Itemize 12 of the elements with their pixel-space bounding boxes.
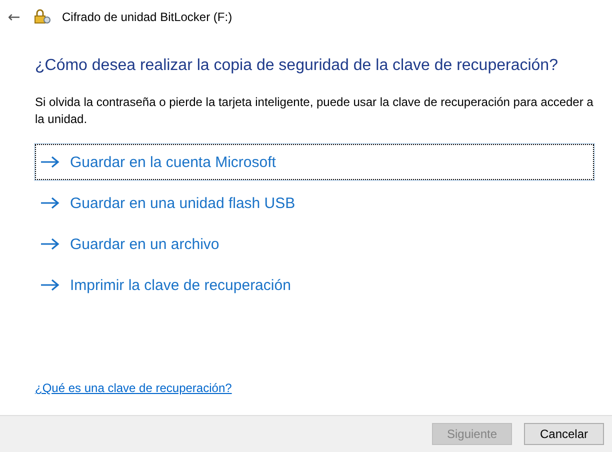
arrow-icon [40,156,60,168]
description: Si olvida la contraseña o pierde la tarjeta inteligente, puede usar la clave de recuperación para acceder a la unidad. [35,94,594,128]
window-title: Cifrado de unidad BitLocker (F:) [62,10,232,24]
drive-lock-icon [34,9,52,25]
arrow-icon [40,238,60,250]
help-link[interactable]: ¿Qué es una clave de recuperación? [35,381,232,395]
heading: ¿Cómo desea realizar la copia de seguridad de la clave de recuperación? [35,57,559,75]
arrow-icon [40,279,60,291]
cancel-button[interactable]: Cancelar [524,423,604,445]
option-link[interactable]: Guardar en la cuenta Microsoft [35,144,594,180]
arrow-icon [40,197,60,209]
back-button[interactable]: ← [4,8,24,26]
